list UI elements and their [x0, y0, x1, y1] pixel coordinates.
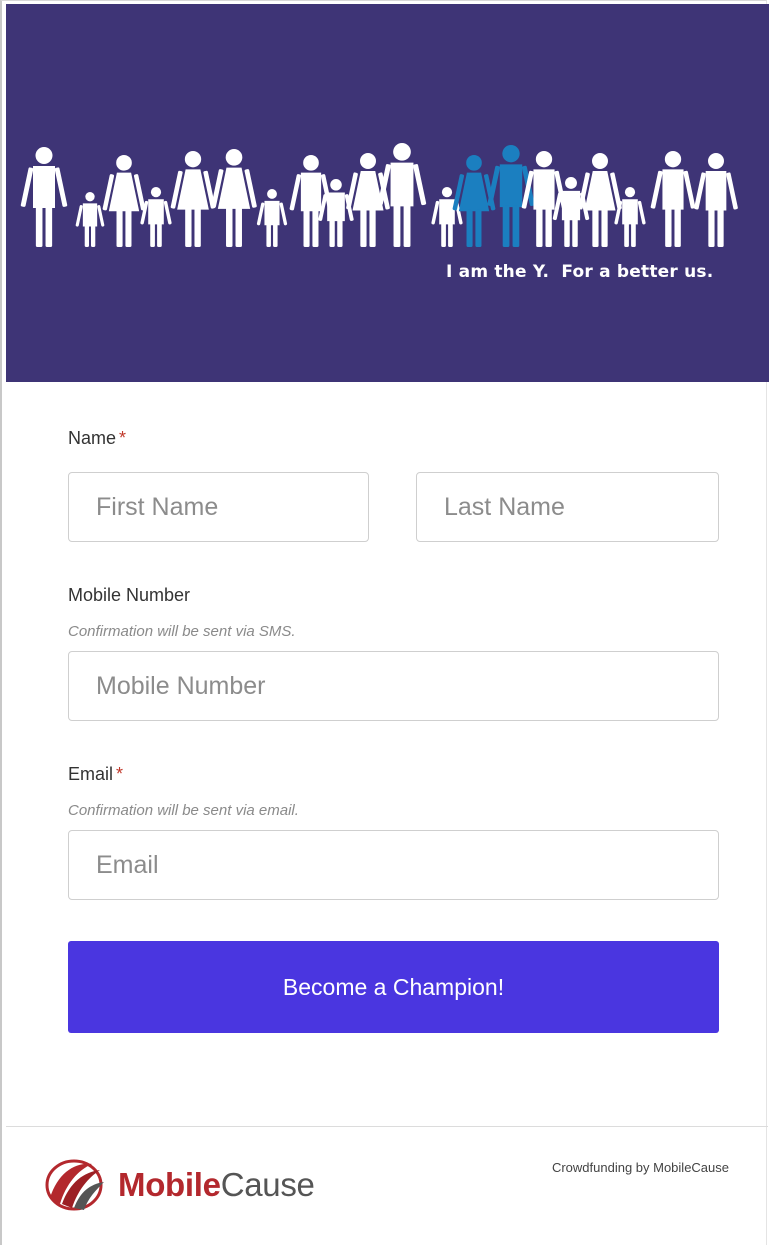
email-label-text: Email: [68, 764, 114, 784]
last-name-input[interactable]: [416, 472, 719, 542]
required-asterisk: *: [116, 764, 124, 784]
person-silhouette: [170, 151, 216, 247]
mobilecause-logo[interactable]: MobileCause: [44, 1158, 315, 1212]
mobilecause-wordmark: MobileCause: [118, 1166, 315, 1204]
family-silhouettes-illustration: [20, 143, 738, 247]
email-label: Email *: [68, 764, 123, 785]
person-silhouette: [20, 147, 68, 247]
header-banner: I am the Y. For a better us.: [6, 4, 769, 382]
logo-wordmark-bold: Mobile: [118, 1166, 221, 1203]
footer-divider: [6, 1126, 768, 1127]
person-silhouette: [318, 179, 354, 247]
person-silhouette: [694, 153, 738, 247]
mobile-number-input[interactable]: [68, 651, 719, 721]
become-champion-button[interactable]: Become a Champion!: [68, 941, 719, 1033]
person-silhouette: [256, 189, 288, 247]
person-silhouette: [650, 151, 696, 247]
person-silhouette: [140, 187, 172, 247]
mobile-hint: Confirmation will be sent via SMS.: [68, 623, 296, 640]
email-input[interactable]: [68, 830, 719, 900]
name-label-text: Name: [68, 428, 117, 448]
person-silhouette: [211, 149, 257, 247]
mobilecause-swirl-icon: [45, 1159, 104, 1211]
logo-wordmark-regular: Cause: [220, 1166, 315, 1203]
email-hint: Confirmation will be sent via email.: [68, 802, 299, 819]
person-silhouette: [102, 155, 146, 247]
powered-by-link[interactable]: Crowdfunding by MobileCause: [552, 1160, 729, 1175]
first-name-input[interactable]: [68, 472, 369, 542]
banner-tagline: I am the Y. For a better us.: [446, 262, 714, 282]
required-asterisk: *: [119, 428, 127, 448]
mobile-label: Mobile Number: [68, 585, 191, 605]
person-silhouette: [75, 192, 105, 247]
name-label: Name *: [68, 428, 126, 449]
